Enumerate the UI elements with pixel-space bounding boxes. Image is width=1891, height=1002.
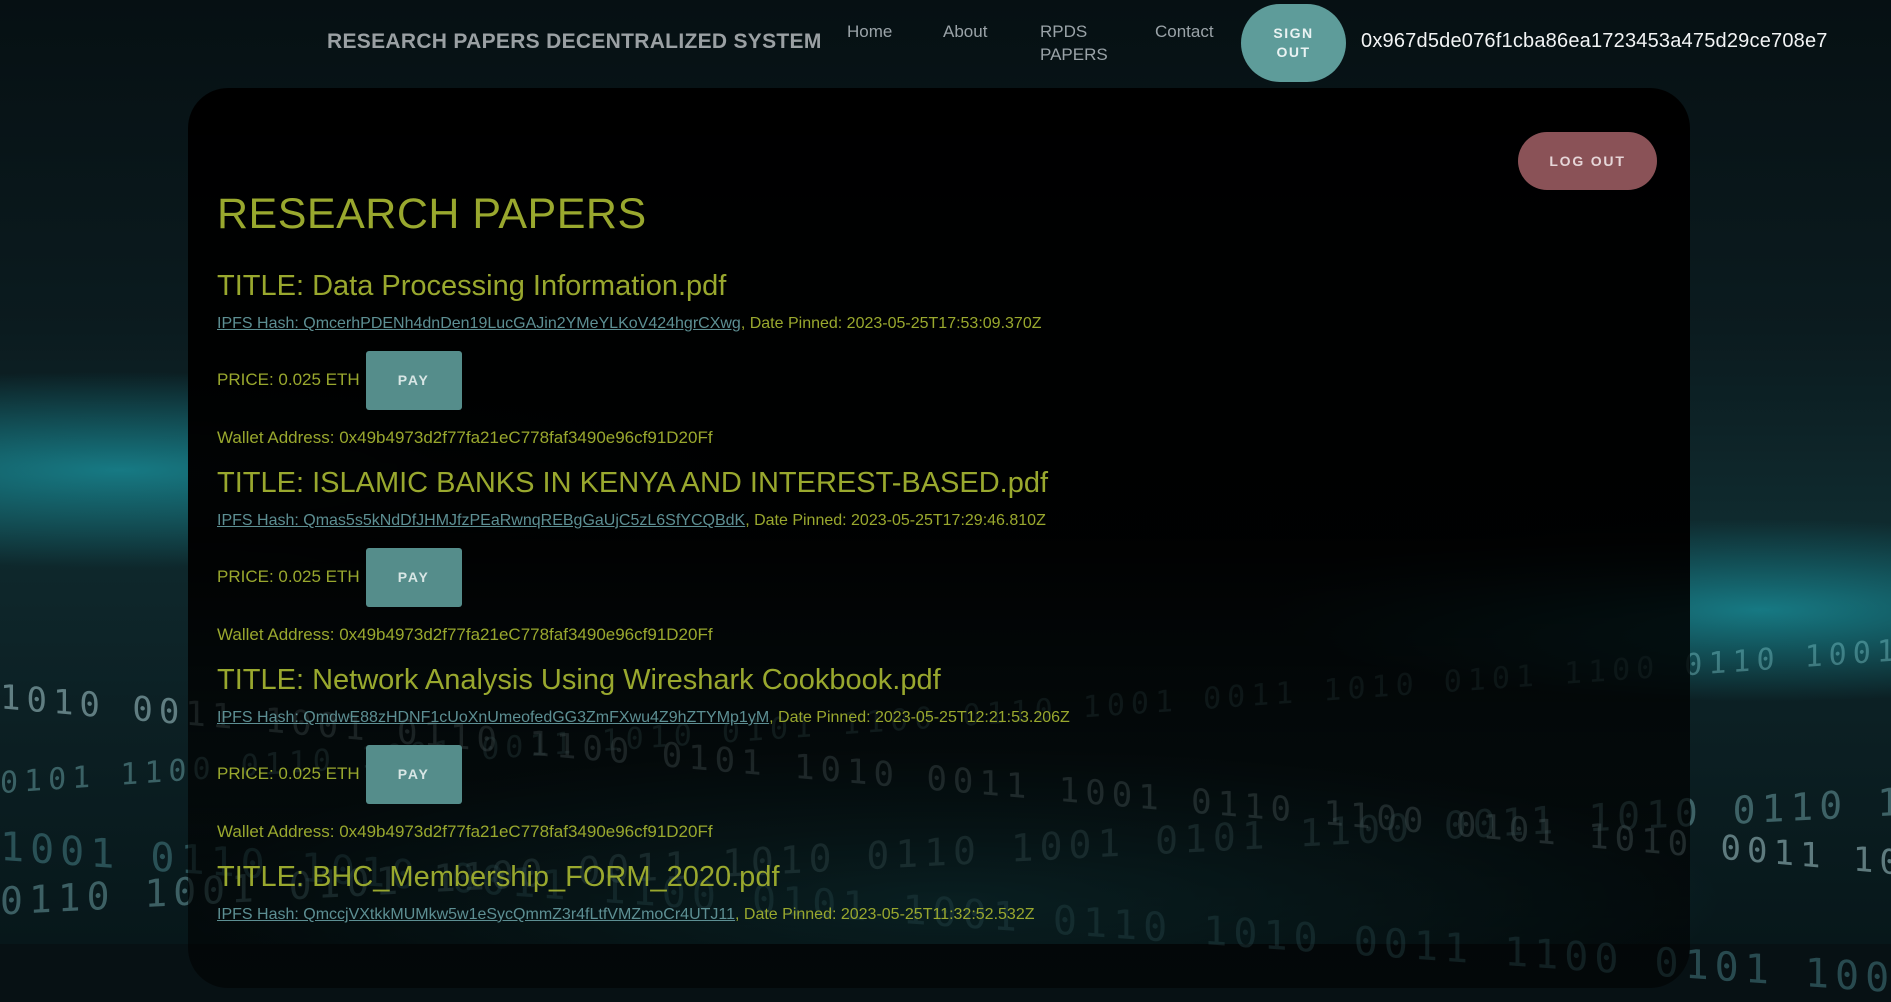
connected-wallet-address: 0x967d5de076f1cba86ea1723453a475d29ce708… [1361, 30, 1828, 52]
nav-about[interactable]: About [943, 20, 987, 43]
paper-item: TITLE: ISLAMIC BANKS IN KENYA AND INTERE… [217, 465, 1657, 645]
nav-contact[interactable]: Contact [1155, 20, 1214, 43]
price-row: PRICE: 0.025 ETH PAY [217, 744, 1657, 804]
pay-button[interactable]: PAY [365, 547, 462, 607]
paper-title: TITLE: ISLAMIC BANKS IN KENYA AND INTERE… [217, 467, 1049, 499]
ipfs-hash-link[interactable]: IPFS Hash: QmccjVXtkkMUMkw5w1eSycQmmZ3r4… [217, 906, 735, 923]
paper-item: TITLE: BHC_Membership_FORM_2020.pdf IPFS… [217, 859, 1657, 925]
paper-meta: IPFS Hash: QmcerhPDENh4dnDen19LucGAJin2Y… [217, 314, 1657, 334]
ipfs-hash-link[interactable]: IPFS Hash: Qmas5s5kNdDfJHMJfzPEaRwnqREBg… [217, 512, 745, 529]
price: PRICE: 0.025 ETH [217, 567, 360, 586]
paper-item: TITLE: Network Analysis Using Wireshark … [217, 662, 1657, 842]
paper-item: TITLE: Data Processing Information.pdf I… [217, 268, 1657, 448]
top-navbar: RESEARCH PAPERS DECENTRALIZED SYSTEM Hom… [0, 0, 1891, 88]
nav-home[interactable]: Home [847, 20, 892, 43]
log-out-button[interactable]: LOG OUT [1518, 132, 1657, 190]
paper-title: TITLE: BHC_Membership_FORM_2020.pdf [217, 861, 780, 893]
ipfs-hash-link[interactable]: IPFS Hash: QmdwE88zHDNF1cUoXnUmeofedGG3Z… [217, 709, 769, 726]
price: PRICE: 0.025 ETH [217, 764, 360, 783]
page-title: RESEARCH PAPERS [217, 190, 647, 238]
paper-meta: IPFS Hash: Qmas5s5kNdDfJHMJfzPEaRwnqREBg… [217, 511, 1657, 531]
date-pinned: , Date Pinned: 2023-05-25T11:32:52.532Z [735, 906, 1035, 923]
brand-title[interactable]: RESEARCH PAPERS DECENTRALIZED SYSTEM [327, 30, 822, 54]
paper-title: TITLE: Network Analysis Using Wireshark … [217, 664, 941, 696]
paper-title: TITLE: Data Processing Information.pdf [217, 270, 727, 302]
pay-button[interactable]: PAY [365, 744, 462, 804]
date-pinned: , Date Pinned: 2023-05-25T17:53:09.370Z [740, 315, 1042, 332]
date-pinned: , Date Pinned: 2023-05-25T12:21:53.206Z [769, 709, 1070, 726]
author-wallet-address: Wallet Address: 0x49b4973d2f77fa21eC778f… [217, 428, 713, 447]
author-wallet-address: Wallet Address: 0x49b4973d2f77fa21eC778f… [217, 625, 713, 644]
pay-button[interactable]: PAY [365, 350, 462, 410]
sign-out-button[interactable]: SIGN OUT [1241, 4, 1346, 82]
price-row: PRICE: 0.025 ETH PAY [217, 350, 1657, 410]
sign-out-label: SIGN OUT [1273, 25, 1314, 60]
date-pinned: , Date Pinned: 2023-05-25T17:29:46.810Z [745, 512, 1046, 529]
paper-meta: IPFS Hash: QmdwE88zHDNF1cUoXnUmeofedGG3Z… [217, 708, 1657, 728]
ipfs-hash-link[interactable]: IPFS Hash: QmcerhPDENh4dnDen19LucGAJin2Y… [217, 315, 741, 332]
paper-meta: IPFS Hash: QmccjVXtkkMUMkw5w1eSycQmmZ3r4… [217, 905, 1657, 925]
author-wallet-address: Wallet Address: 0x49b4973d2f77fa21eC778f… [217, 822, 713, 841]
nav-rpds-papers[interactable]: RPDS PAPERS [1040, 20, 1120, 66]
price: PRICE: 0.025 ETH [217, 370, 360, 389]
price-row: PRICE: 0.025 ETH PAY [217, 547, 1657, 607]
